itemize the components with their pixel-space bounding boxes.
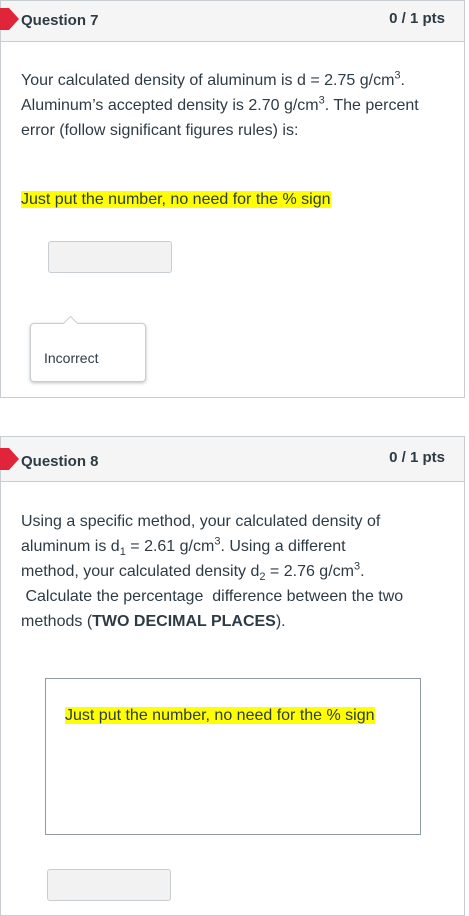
answer-input[interactable] <box>48 241 172 273</box>
essay-answer-box[interactable]: Just put the number, no need for the % s… <box>45 678 421 835</box>
flag-icon <box>0 448 19 470</box>
question-points: 0 / 1 pts <box>389 449 445 466</box>
question-text-line: Calculate the percentage difference betw… <box>21 588 404 605</box>
instruction-text: Just put the number, no need for the % s… <box>65 707 375 724</box>
question-text-line: methods (TWO DECIMAL PLACES). <box>21 613 286 630</box>
question-text-line: aluminum is d1 = 2.61 g/cm3. Using a dif… <box>21 535 346 559</box>
question-7-header: Question 7 0 / 1 pts <box>0 1 464 42</box>
question-8-header: Question 8 0 / 1 pts <box>0 437 464 482</box>
question-title: Question 8 <box>21 453 99 470</box>
question-text-line: Aluminum’s accepted density is 2.70 g/cm… <box>21 94 419 114</box>
question-text: Your calculated density of aluminum is d… <box>21 68 448 143</box>
incorrect-label: Incorrect <box>44 350 99 366</box>
question-text-line: error (follow significant figures rules)… <box>21 122 299 139</box>
badge-notch <box>62 315 79 332</box>
question-text: Using a specific method, your calculated… <box>21 509 448 634</box>
question-points: 0 / 1 pts <box>389 10 445 27</box>
question-7-card: Question 7 0 / 1 pts Your calculated den… <box>0 0 465 398</box>
question-text-line: method, your calculated density d2 = 2.7… <box>21 560 365 584</box>
question-8-card: Question 8 0 / 1 pts Using a specific me… <box>0 436 465 916</box>
question-text-line: Using a specific method, your calculated… <box>21 513 381 530</box>
question-title: Question 7 <box>21 12 99 29</box>
question-text-line: Your calculated density of aluminum is d… <box>21 69 405 89</box>
answer-input[interactable] <box>47 869 171 901</box>
instruction-text: Just put the number, no need for the % s… <box>21 191 331 208</box>
flag-icon <box>0 8 19 30</box>
incorrect-badge: Incorrect <box>30 315 146 382</box>
